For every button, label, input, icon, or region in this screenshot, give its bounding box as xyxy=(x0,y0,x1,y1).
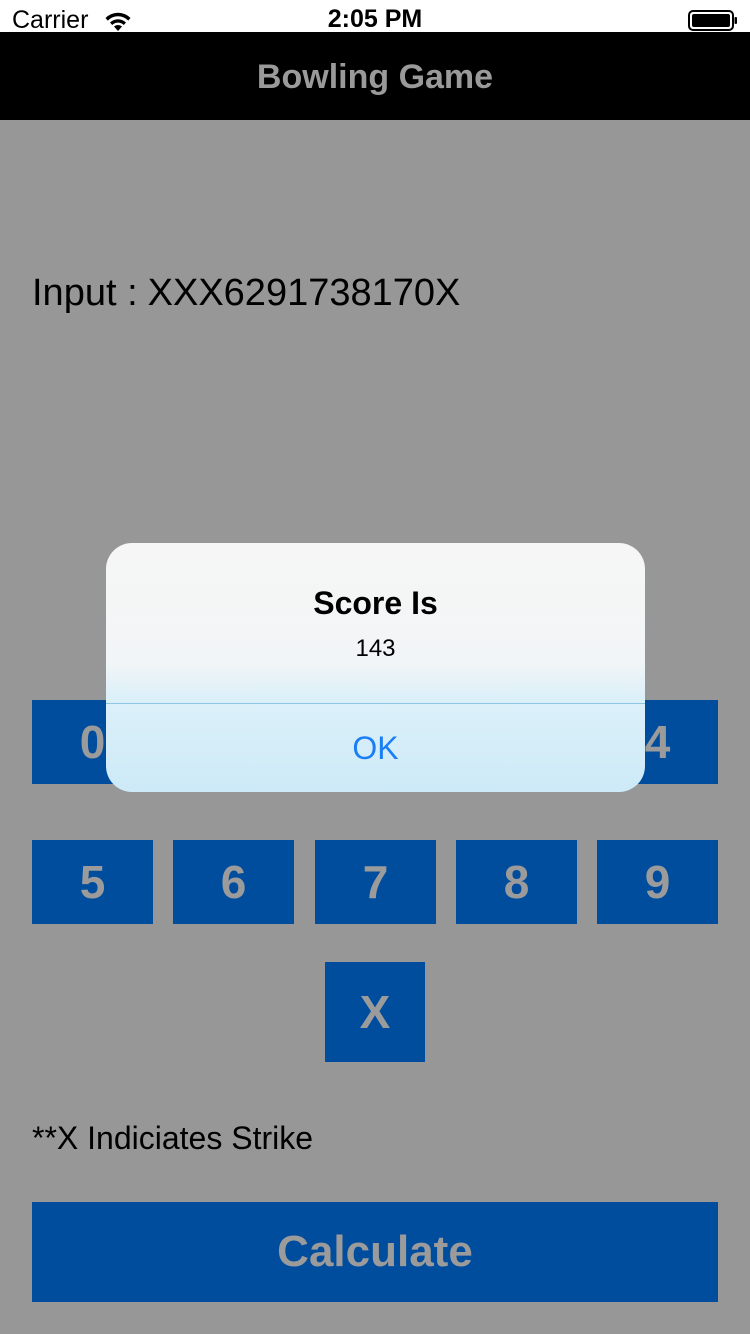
clock: 2:05 PM xyxy=(327,5,423,33)
alert-title: Score Is xyxy=(313,585,438,621)
key-8[interactable]: 8 xyxy=(456,840,577,924)
input-value: XXX6291738170X xyxy=(147,272,461,314)
calculate-button[interactable]: Calculate xyxy=(32,1202,718,1302)
ok-button[interactable]: OK xyxy=(106,704,645,792)
input-display: Input : XXX6291738170X xyxy=(32,272,460,315)
alert-message: 143 xyxy=(355,635,396,662)
strike-note: **X Indiciates Strike xyxy=(32,1120,314,1156)
battery-icon xyxy=(688,10,737,31)
page-title: Bowling Game xyxy=(256,58,494,96)
score-alert: Score Is 143 OK xyxy=(106,543,645,792)
navigation-bar: Bowling Game xyxy=(0,32,750,120)
key-6[interactable]: 6 xyxy=(173,840,294,924)
key-7[interactable]: 7 xyxy=(315,840,436,924)
input-label: Input : xyxy=(32,272,138,314)
key-5[interactable]: 5 xyxy=(32,840,153,924)
key-strike[interactable]: X xyxy=(325,962,425,1062)
key-9[interactable]: 9 xyxy=(597,840,718,924)
